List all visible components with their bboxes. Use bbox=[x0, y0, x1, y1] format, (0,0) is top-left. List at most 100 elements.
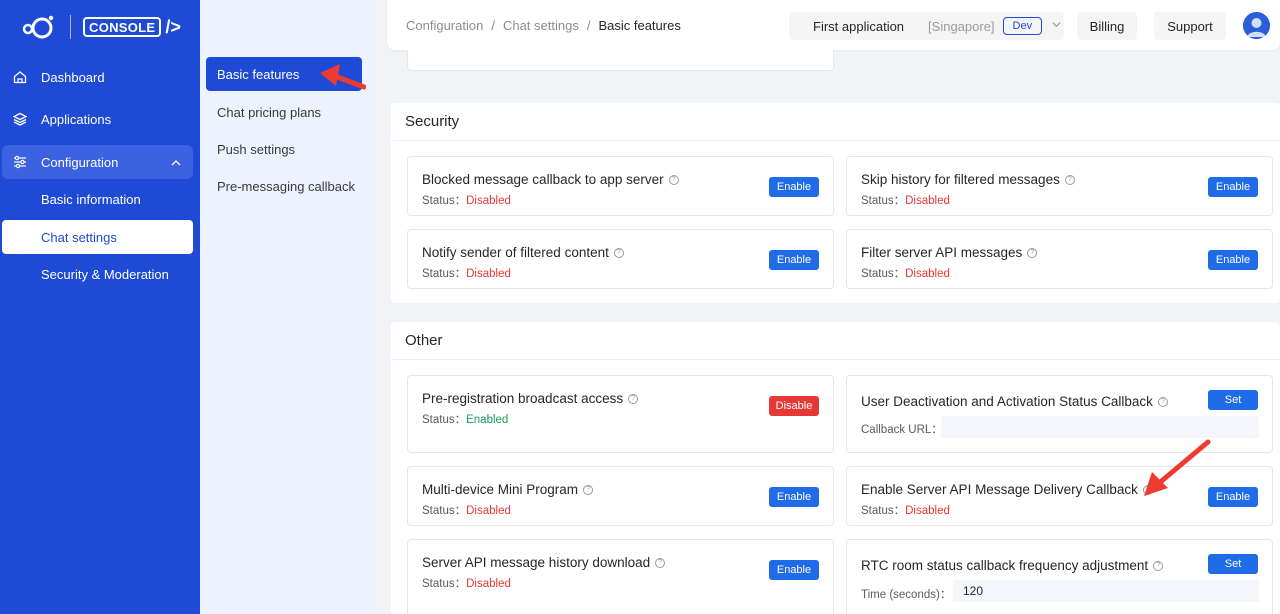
app-selector[interactable]: First application [Singapore] Dev bbox=[789, 12, 1064, 40]
card-title: Server API message history download bbox=[422, 555, 651, 570]
status-value: Disabled bbox=[466, 578, 511, 590]
secondary-sidebar: Basic features Chat pricing plans Push s… bbox=[200, 0, 374, 614]
enable-button[interactable]: Enable bbox=[769, 250, 819, 270]
breadcrumb: Configuration / Chat settings / Basic fe… bbox=[406, 18, 681, 33]
status-label: Status： bbox=[861, 505, 906, 517]
section-title: Other bbox=[391, 322, 1280, 360]
status-value: Disabled bbox=[905, 195, 950, 207]
card-title: User Deactivation and Activation Status … bbox=[861, 394, 1153, 409]
card-title: Skip history for filtered messages bbox=[861, 172, 1060, 187]
enable-button[interactable]: Enable bbox=[1208, 177, 1258, 197]
home-icon bbox=[12, 69, 28, 85]
app-name: First application bbox=[813, 18, 905, 34]
card-filter-server-api: Filter server API messages? Status：Disab… bbox=[846, 229, 1273, 289]
enable-button[interactable]: Enable bbox=[1208, 487, 1258, 507]
enable-button[interactable]: Enable bbox=[769, 487, 819, 507]
enable-button[interactable]: Enable bbox=[769, 560, 819, 580]
status-value: Disabled bbox=[905, 505, 950, 517]
breadcrumb-configuration[interactable]: Configuration bbox=[406, 18, 483, 33]
nav-dashboard-label: Dashboard bbox=[41, 69, 105, 85]
set-button[interactable]: Set bbox=[1208, 554, 1258, 574]
help-icon[interactable]: ? bbox=[613, 247, 624, 258]
help-icon[interactable]: ? bbox=[668, 174, 679, 185]
nav-configuration-label: Configuration bbox=[41, 154, 119, 170]
nav-dashboard[interactable]: Dashboard bbox=[2, 60, 193, 94]
help-icon[interactable]: ? bbox=[1157, 396, 1168, 407]
nav-chat-settings[interactable]: Chat settings bbox=[2, 220, 193, 254]
env-badge: Dev bbox=[1002, 17, 1043, 35]
partial-card bbox=[407, 50, 834, 71]
top-header: Configuration / Chat settings / Basic fe… bbox=[387, 0, 1280, 50]
breadcrumb-chat-settings[interactable]: Chat settings bbox=[503, 18, 579, 33]
status-label: Status： bbox=[422, 414, 467, 426]
sec-item-label: Push settings bbox=[217, 141, 296, 157]
field-label: Callback URL： bbox=[861, 424, 943, 436]
chevron-up-icon[interactable] bbox=[171, 156, 181, 171]
status-value: Disabled bbox=[466, 505, 511, 517]
status-label: Status： bbox=[422, 505, 467, 517]
help-icon[interactable]: ? bbox=[1142, 484, 1153, 495]
code-arrow-icon: /> bbox=[165, 16, 181, 37]
callback-url-input[interactable] bbox=[941, 416, 1259, 438]
breadcrumb-separator: / bbox=[586, 18, 591, 33]
sec-item-pre-messaging-callback[interactable]: Pre-messaging callback bbox=[206, 169, 362, 203]
status-label: Status： bbox=[861, 268, 906, 280]
status-label: Status： bbox=[422, 268, 467, 280]
card-server-api-delivery-callback: Enable Server API Message Delivery Callb… bbox=[846, 466, 1273, 526]
layers-icon bbox=[12, 111, 28, 127]
help-icon[interactable]: ? bbox=[1064, 174, 1075, 185]
time-seconds-input[interactable]: 120 bbox=[953, 580, 1259, 602]
breadcrumb-current: Basic features bbox=[598, 18, 681, 33]
main-sidebar: CONSOLE /> Dashboard Applications Config… bbox=[0, 0, 200, 614]
nav-applications[interactable]: Applications bbox=[2, 102, 193, 136]
help-icon[interactable]: ? bbox=[655, 557, 666, 568]
status-value: Disabled bbox=[905, 268, 950, 280]
status-label: Status： bbox=[422, 578, 467, 590]
brand-logo-icon bbox=[20, 12, 58, 42]
set-button[interactable]: Set bbox=[1208, 390, 1258, 410]
card-title: RTC room status callback frequency adjus… bbox=[861, 558, 1149, 573]
user-avatar[interactable] bbox=[1243, 12, 1270, 39]
help-icon[interactable]: ? bbox=[1153, 560, 1164, 571]
card-title: Notify sender of filtered content bbox=[422, 245, 609, 260]
enable-button[interactable]: Enable bbox=[769, 177, 819, 197]
card-rtc-room-callback-frequency: RTC room status callback frequency adjus… bbox=[846, 539, 1273, 614]
nav-applications-label: Applications bbox=[41, 111, 112, 127]
status-value: Disabled bbox=[466, 195, 511, 207]
help-icon[interactable]: ? bbox=[1027, 247, 1038, 258]
help-icon[interactable]: ? bbox=[628, 393, 639, 404]
card-title: Filter server API messages bbox=[861, 245, 1023, 260]
card-multi-device-mini-program: Multi-device Mini Program? Status：Disabl… bbox=[407, 466, 834, 526]
sec-item-label: Chat pricing plans bbox=[217, 104, 322, 120]
sec-item-basic-features[interactable]: Basic features bbox=[206, 57, 362, 91]
card-notify-sender: Notify sender of filtered content? Statu… bbox=[407, 229, 834, 289]
sec-item-label: Pre-messaging callback bbox=[217, 178, 356, 194]
card-title: Enable Server API Message Delivery Callb… bbox=[861, 482, 1138, 497]
support-button[interactable]: Support bbox=[1154, 12, 1226, 40]
console-logo[interactable]: CONSOLE /> bbox=[20, 12, 181, 42]
section-title: Security bbox=[391, 103, 1280, 141]
chevron-down-icon bbox=[1052, 20, 1061, 32]
nav-basic-information[interactable]: Basic information bbox=[2, 182, 193, 216]
card-server-api-history-download: Server API message history download? Sta… bbox=[407, 539, 834, 614]
enable-button[interactable]: Enable bbox=[1208, 250, 1258, 270]
sec-item-label: Basic features bbox=[217, 66, 300, 82]
breadcrumb-separator: / bbox=[491, 18, 495, 33]
nav-security-moderation[interactable]: Security & Moderation bbox=[2, 257, 193, 291]
disable-button[interactable]: Disable bbox=[769, 396, 819, 416]
nav-configuration[interactable]: Configuration bbox=[2, 145, 193, 179]
sliders-icon bbox=[12, 154, 28, 170]
help-icon[interactable]: ? bbox=[583, 484, 594, 495]
status-value: Disabled bbox=[466, 268, 511, 280]
nav-basic-information-label: Basic information bbox=[41, 191, 141, 207]
card-blocked-message-callback: Blocked message callback to app server? … bbox=[407, 156, 834, 216]
billing-button[interactable]: Billing bbox=[1077, 12, 1137, 40]
sec-item-push-settings[interactable]: Push settings bbox=[206, 132, 362, 166]
card-title: Pre-registration broadcast access bbox=[422, 391, 624, 406]
sec-item-chat-pricing-plans[interactable]: Chat pricing plans bbox=[206, 95, 362, 129]
card-skip-history: Skip history for filtered messages? Stat… bbox=[846, 156, 1273, 216]
status-label: Status： bbox=[422, 195, 467, 207]
nav-chat-settings-label: Chat settings bbox=[41, 229, 117, 245]
card-pre-registration-broadcast: Pre-registration broadcast access? Statu… bbox=[407, 375, 834, 453]
logo-divider bbox=[70, 15, 71, 39]
